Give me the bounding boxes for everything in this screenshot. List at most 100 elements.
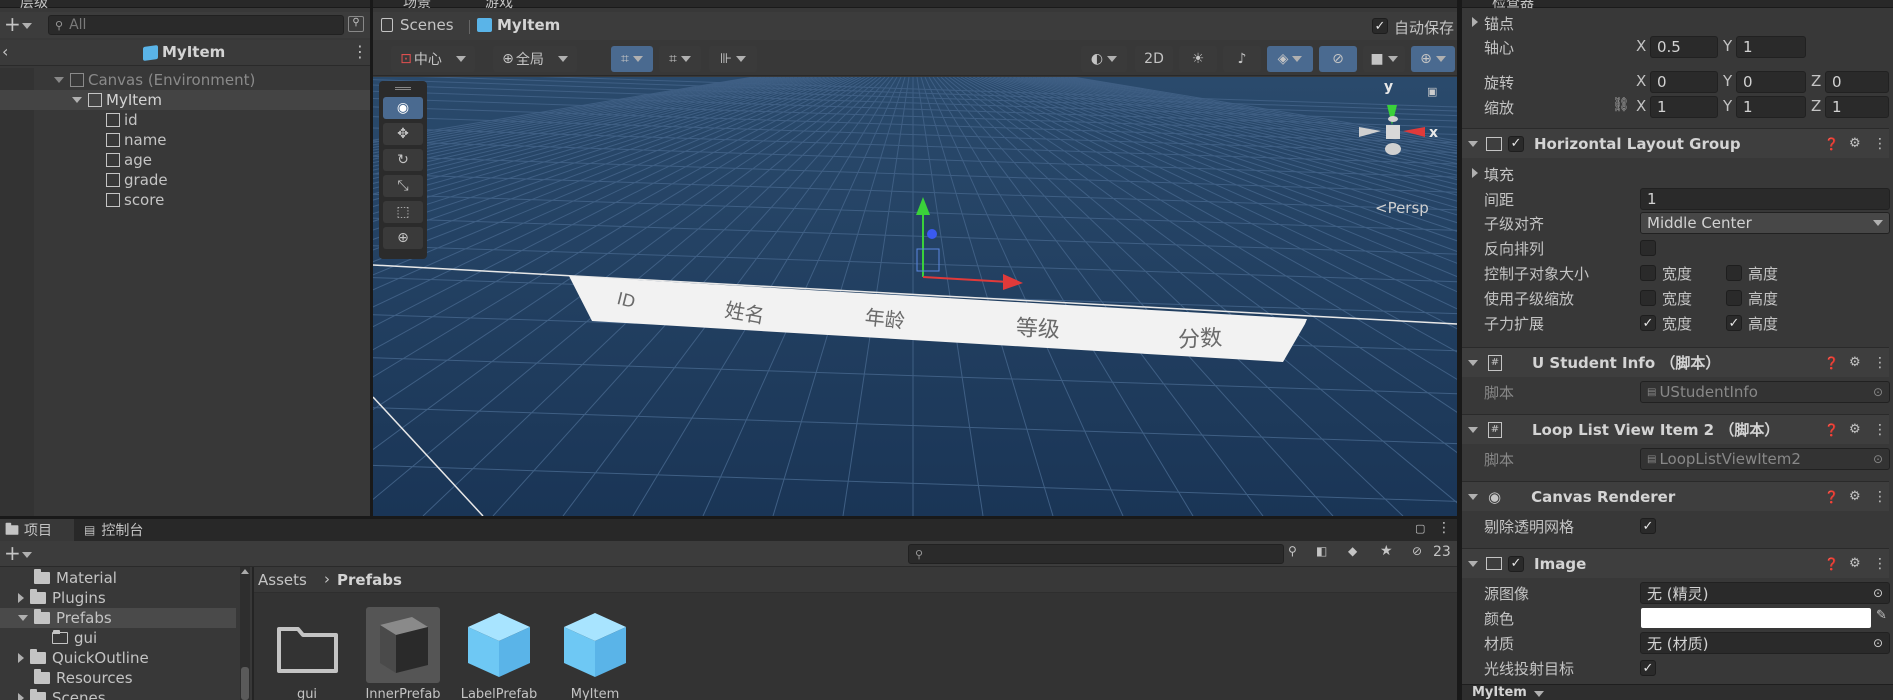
transform-tool-button[interactable]: ⊕ <box>383 227 423 249</box>
favorite-star-icon[interactable]: ★ <box>1380 543 1393 559</box>
image-header[interactable]: ✓ Image ❓ ⚙ ⋮ <box>1462 548 1889 578</box>
spacing-field[interactable]: 1 <box>1640 188 1890 210</box>
search-filter-icon[interactable]: ⚲ <box>348 16 364 32</box>
tab-scene[interactable]: 场景 <box>403 0 431 12</box>
search-filter-icon[interactable]: ⚲ <box>1288 544 1297 558</box>
space-mode-dropdown[interactable]: ⊕ 全局 <box>493 46 577 72</box>
rotate-tool-button[interactable]: ↻ <box>383 149 423 171</box>
lighting-button[interactable]: ☀ <box>1179 46 1217 72</box>
folder-item-gui[interactable]: gui <box>52 628 97 648</box>
view-tool-button[interactable]: ◉ <box>383 97 423 119</box>
add-icon[interactable]: + <box>4 12 21 36</box>
hierarchy-search[interactable]: ⚲ All <box>48 15 344 35</box>
move-tool-button[interactable]: ✥ <box>383 123 423 145</box>
scroll-thumb[interactable] <box>241 667 249 700</box>
lock-icon[interactable]: ▢ <box>1415 522 1425 535</box>
move-gizmo[interactable] <box>903 197 1023 317</box>
more-options-icon[interactable]: ⋮ <box>1873 422 1887 438</box>
scene-viewport[interactable]: ID 姓名 年龄 等级 分数 ◉ ✥ ↻ ⤡ ⬚ ⊕ y ▣ x <Persp <box>373 77 1457 516</box>
tree-item-age[interactable]: age <box>106 150 152 170</box>
expand-arrow-icon[interactable] <box>54 77 64 83</box>
audio-button[interactable]: ♪ <box>1223 46 1261 72</box>
image-enabled-checkbox[interactable]: ✓ <box>1508 555 1524 572</box>
autosave-checkbox[interactable]: ✓ <box>1372 18 1388 34</box>
control-height-checkbox[interactable] <box>1726 265 1742 281</box>
scale-tool-button[interactable]: ⤡ <box>383 175 423 197</box>
project-search[interactable]: ⚲ <box>908 544 1284 564</box>
folder-item-prefabs[interactable]: Prefabs <box>18 608 112 628</box>
settings-sliders-icon[interactable]: ⚙ <box>1849 422 1861 437</box>
collapse-arrow-icon[interactable] <box>1468 493 1478 500</box>
more-options-icon[interactable]: ⋮ <box>1873 355 1887 371</box>
folder-item-material[interactable]: Material <box>34 568 117 588</box>
scale-x-field[interactable]: 1 <box>1650 96 1718 118</box>
more-options-icon[interactable]: ⋮ <box>1873 136 1887 152</box>
hidden-packages-icon[interactable]: ⊘ <box>1412 544 1422 558</box>
material-field[interactable]: 无 (材质) ⊙ <box>1640 632 1890 654</box>
settings-sliders-icon[interactable]: ⚙ <box>1849 136 1861 151</box>
expand-width-checkbox[interactable]: ✓ <box>1640 315 1656 331</box>
scale-y-field[interactable]: 1 <box>1736 96 1806 118</box>
canvas-renderer-header[interactable]: ◉ Canvas Renderer ❓ ⚙ ⋮ <box>1462 481 1889 511</box>
cull-checkbox[interactable]: ✓ <box>1640 518 1656 534</box>
asset-item-myitem[interactable]: MyItem <box>558 607 632 700</box>
rotation-x-field[interactable]: 0 <box>1650 71 1718 93</box>
link-icon[interactable]: ⛓ <box>1612 97 1630 113</box>
hierarchy-scene-header[interactable]: ‹ MyItem ⋮ <box>0 40 370 66</box>
persp-label[interactable]: <Persp <box>1375 199 1429 217</box>
hlg-enabled-checkbox[interactable]: ✓ <box>1508 135 1524 152</box>
color-swatch[interactable] <box>1641 608 1871 628</box>
tab-game[interactable]: 游戏 <box>485 0 513 12</box>
ruler-button[interactable]: ⊪ <box>709 46 757 72</box>
expand-arrow-icon[interactable] <box>18 653 24 663</box>
folder-tree-scrollbar[interactable] <box>240 567 250 700</box>
child-align-dropdown[interactable]: Middle Center <box>1640 212 1890 234</box>
more-options-icon[interactable]: ⋮ <box>1437 520 1451 536</box>
tab-inspector[interactable]: 检查器 <box>1492 0 1534 12</box>
back-chevron-icon[interactable]: ‹ <box>2 42 8 61</box>
collapse-arrow-icon[interactable] <box>1468 140 1478 147</box>
breadcrumb-scenes[interactable]: Scenes <box>400 16 454 34</box>
settings-sliders-icon[interactable]: ⚙ <box>1849 355 1861 370</box>
target-icon[interactable]: ⊙ <box>1873 636 1883 650</box>
breadcrumb-myitem[interactable]: MyItem <box>497 16 560 34</box>
hierarchy-tab[interactable]: 层级 <box>20 0 48 12</box>
padding-label[interactable]: 填充 <box>1484 164 1514 185</box>
expand-arrow-icon[interactable] <box>18 693 24 700</box>
footer-object-label[interactable]: MyItem <box>1472 685 1527 700</box>
pivot-x-field[interactable]: 0.5 <box>1650 36 1718 58</box>
add-dropdown-icon[interactable] <box>22 552 32 558</box>
raycast-checkbox[interactable]: ✓ <box>1640 660 1656 676</box>
collapse-arrow-icon[interactable] <box>1468 359 1478 366</box>
pivot-mode-dropdown[interactable]: ⊡ 中心 <box>391 46 475 72</box>
asset-item-gui[interactable]: gui <box>270 607 344 700</box>
tree-item-canvas[interactable]: Canvas (Environment) <box>54 70 255 90</box>
visibility-button[interactable]: ⊘ <box>1319 46 1357 72</box>
camera-button[interactable]: ■ <box>1363 46 1405 72</box>
breadcrumb-assets[interactable]: Assets <box>258 571 307 589</box>
collapse-arrow-icon[interactable] <box>1468 560 1478 567</box>
settings-sliders-icon[interactable]: ⚙ <box>1849 489 1861 504</box>
tab-console[interactable]: ▤ 控制台 <box>84 519 174 541</box>
breadcrumb-prefabs[interactable]: Prefabs <box>337 571 402 589</box>
tree-item-name[interactable]: name <box>106 130 167 150</box>
scroll-up-icon[interactable] <box>241 569 249 574</box>
expand-arrow-icon[interactable] <box>72 97 82 103</box>
label-filter-icon[interactable]: ◆ <box>1348 544 1357 558</box>
scale-width-checkbox[interactable] <box>1640 290 1656 306</box>
palette-handle[interactable] <box>395 87 411 90</box>
mode-2d-button[interactable]: 2D <box>1135 46 1173 72</box>
target-icon[interactable]: ⊙ <box>1873 586 1883 600</box>
asset-item-innerprefab[interactable]: InnerPrefab <box>365 607 441 700</box>
rect-tool-button[interactable]: ⬚ <box>383 201 423 223</box>
tree-item-score[interactable]: score <box>106 190 164 210</box>
hlg-header[interactable]: ✓ Horizontal Layout Group ❓ ⚙ ⋮ <box>1462 128 1889 158</box>
more-options-icon[interactable]: ⋮ <box>1873 489 1887 505</box>
folder-item-resources[interactable]: Resources <box>34 668 133 688</box>
eyedropper-icon[interactable]: ✎ <box>1876 608 1887 623</box>
asset-item-labelprefab[interactable]: LabelPrefab <box>461 607 537 700</box>
folder-item-scenes[interactable]: Scenes <box>18 688 106 700</box>
anchor-label[interactable]: 锚点 <box>1484 13 1514 34</box>
loop-list-header[interactable]: # Loop List View Item 2 （脚本） ❓ ⚙ ⋮ <box>1462 414 1889 444</box>
effects-button[interactable]: ◈ <box>1267 46 1313 72</box>
